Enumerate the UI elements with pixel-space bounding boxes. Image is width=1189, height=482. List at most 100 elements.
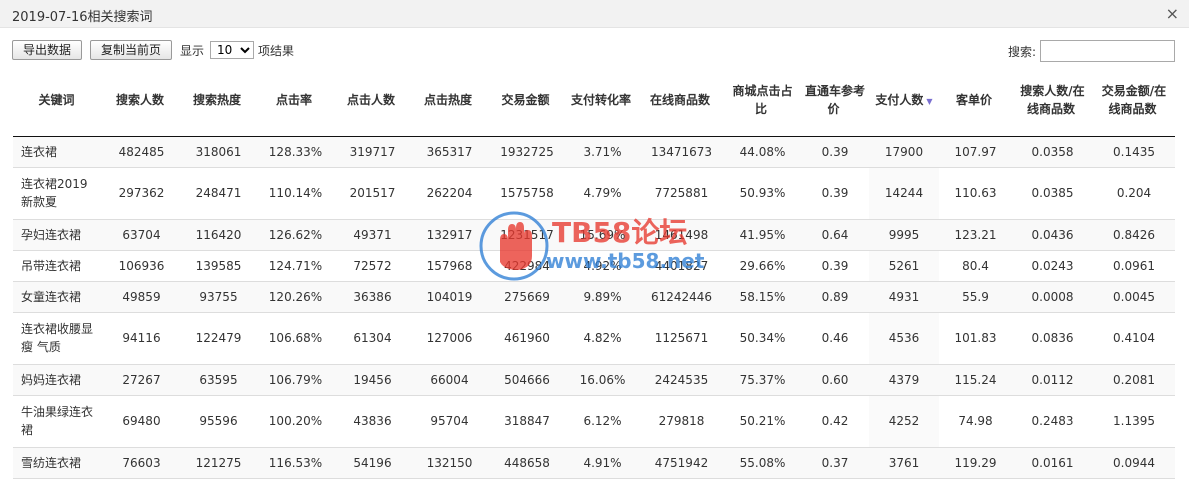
table-cell: 104019 xyxy=(411,281,488,313)
table-cell: 94116 xyxy=(103,312,180,365)
table-cell: 4401827 xyxy=(639,250,724,282)
table-cell: 126.62% xyxy=(257,219,334,251)
search-input[interactable] xyxy=(1040,40,1175,62)
table-cell: 0.0112 xyxy=(1012,364,1093,396)
table-row[interactable]: 女童连衣裙 49859 93755 120.26% 36386 104019 275669 9… xyxy=(13,281,1175,313)
table-cell: 0.2081 xyxy=(1093,364,1175,396)
table-cell: 54196 xyxy=(334,447,411,479)
table-cell: 0.0045 xyxy=(1093,281,1175,313)
column-header[interactable]: 搜索人数/在线商品数 xyxy=(1012,66,1093,137)
table-cell: 69480 xyxy=(103,395,180,448)
column-header-label: 搜索热度 xyxy=(192,92,241,107)
table-cell: 15.69% xyxy=(566,219,639,251)
table-cell: 319717 xyxy=(334,136,411,168)
table-cell: 318847 xyxy=(488,395,566,448)
table-cell: 76603 xyxy=(103,447,180,479)
column-header-label: 搜索人数 xyxy=(115,92,164,107)
table-cell: 14244 xyxy=(869,167,939,220)
table-cell: 318061 xyxy=(180,136,257,168)
column-header[interactable]: 直通车参考价 xyxy=(801,66,869,137)
column-header[interactable]: 商城点击占比 xyxy=(724,66,801,137)
table-cell: 0.64 xyxy=(801,219,869,251)
table-cell: 49371 xyxy=(334,219,411,251)
table-cell: 0.39 xyxy=(801,250,869,282)
table-cell: 504666 xyxy=(488,364,566,396)
export-data-button[interactable]: 导出数据 xyxy=(12,40,83,60)
table-cell: 0.37 xyxy=(801,447,869,479)
keyword-cell: 连衣裙2019新款夏 xyxy=(13,167,103,220)
table-cell: 80.4 xyxy=(939,250,1012,282)
table-cell: 27267 xyxy=(103,364,180,396)
table-cell: 0.0243 xyxy=(1012,250,1093,282)
column-header[interactable]: 搜索热度 xyxy=(180,66,257,137)
table-row[interactable]: 牛油果绿连衣裙 69480 95596 100.20% 43836 95704 318847… xyxy=(13,395,1175,448)
data-table: 关键词 搜索人数 搜索热度 点击率 点击人数 点击热度 交易金额 支付转化率 在线商品数 商城点击… xyxy=(13,66,1175,479)
page-size-select[interactable]: 10 xyxy=(210,41,255,59)
table-cell: 0.0436 xyxy=(1012,219,1093,251)
table-cell: 50.93% xyxy=(724,167,801,220)
keyword-cell: 牛油果绿连衣裙 xyxy=(13,395,103,448)
table-row[interactable]: 雪纺连衣裙 76603 121275 116.53% 54196 132150 448658… xyxy=(13,447,1175,479)
table-cell: 0.0161 xyxy=(1012,447,1093,479)
column-header[interactable]: 点击率 xyxy=(257,66,334,137)
column-header[interactable]: 客单价 xyxy=(939,66,1012,137)
table-cell: 93755 xyxy=(180,281,257,313)
table-cell: 122479 xyxy=(180,312,257,365)
data-table-container: 关键词 搜索人数 搜索热度 点击率 点击人数 点击热度 交易金额 支付转化率 在线商品数 商城点击… xyxy=(13,66,1175,479)
column-header-label: 直通车参考价 xyxy=(805,83,866,116)
column-header[interactable]: 搜索人数 xyxy=(103,66,180,137)
column-header[interactable]: 点击人数 xyxy=(334,66,411,137)
table-cell: 0.0008 xyxy=(1012,281,1093,313)
table-cell: 1461498 xyxy=(639,219,724,251)
table-cell: 29.66% xyxy=(724,250,801,282)
table-cell: 63704 xyxy=(103,219,180,251)
column-header[interactable]: 支付人数 ▼ xyxy=(869,66,939,137)
table-cell: 9995 xyxy=(869,219,939,251)
table-row[interactable]: 连衣裙收腰显瘦 气质 94116 122479 106.68% 61304 127006 4… xyxy=(13,312,1175,365)
search-label: 搜索: xyxy=(1007,44,1036,59)
column-header[interactable]: 点击热度 xyxy=(411,66,488,137)
sort-desc-icon: ▼ xyxy=(926,96,933,106)
table-row[interactable]: 妈妈连衣裙 27267 63595 106.79% 19456 66004 504666 16… xyxy=(13,364,1175,396)
column-header-label: 关键词 xyxy=(38,92,75,107)
table-row[interactable]: 孕妇连衣裙 63704 116420 126.62% 49371 132917 123151… xyxy=(13,219,1175,251)
table-cell: 106.68% xyxy=(257,312,334,365)
table-row[interactable]: 连衣裙2019新款夏 297362 248471 110.14% 201517 26220… xyxy=(13,167,1175,220)
table-cell: 132917 xyxy=(411,219,488,251)
dialog-titlebar: 2019-07-16相关搜索词 × xyxy=(0,0,1189,28)
table-cell: 127006 xyxy=(411,312,488,365)
column-header[interactable]: 支付转化率 xyxy=(566,66,639,137)
table-cell: 7725881 xyxy=(639,167,724,220)
keyword-cell: 吊带连衣裙 xyxy=(13,250,103,282)
column-header-label: 点击热度 xyxy=(423,92,472,107)
table-cell: 1.1395 xyxy=(1093,395,1175,448)
column-header[interactable]: 在线商品数 xyxy=(639,66,724,137)
column-header[interactable]: 关键词 xyxy=(13,66,103,137)
table-cell: 50.34% xyxy=(724,312,801,365)
table-toolbar: 导出数据 复制当前页 显示 10 项结果 xyxy=(12,40,294,60)
table-cell: 13471673 xyxy=(639,136,724,168)
table-cell: 74.98 xyxy=(939,395,1012,448)
column-header[interactable]: 交易金额/在线商品数 xyxy=(1093,66,1175,137)
table-cell: 4.79% xyxy=(566,167,639,220)
table-cell: 6.12% xyxy=(566,395,639,448)
table-cell: 4379 xyxy=(869,364,939,396)
table-cell: 139585 xyxy=(180,250,257,282)
table-cell: 297362 xyxy=(103,167,180,220)
table-cell: 0.42 xyxy=(801,395,869,448)
column-header-label: 交易金额 xyxy=(501,92,550,107)
table-cell: 0.0961 xyxy=(1093,250,1175,282)
column-header[interactable]: 交易金额 xyxy=(488,66,566,137)
table-cell: 106936 xyxy=(103,250,180,282)
table-cell: 482485 xyxy=(103,136,180,168)
close-icon[interactable]: × xyxy=(1166,4,1179,23)
table-cell: 36386 xyxy=(334,281,411,313)
copy-page-button[interactable]: 复制当前页 xyxy=(90,40,173,60)
table-row[interactable]: 连衣裙 482485 318061 128.33% 319717 365317 193272… xyxy=(13,136,1175,168)
table-cell: 262204 xyxy=(411,167,488,220)
table-cell: 0.8426 xyxy=(1093,219,1175,251)
table-cell: 1575758 xyxy=(488,167,566,220)
table-row[interactable]: 吊带连衣裙 106936 139585 124.71% 72572 157968 42298… xyxy=(13,250,1175,282)
table-cell: 55.08% xyxy=(724,447,801,479)
table-cell: 44.08% xyxy=(724,136,801,168)
